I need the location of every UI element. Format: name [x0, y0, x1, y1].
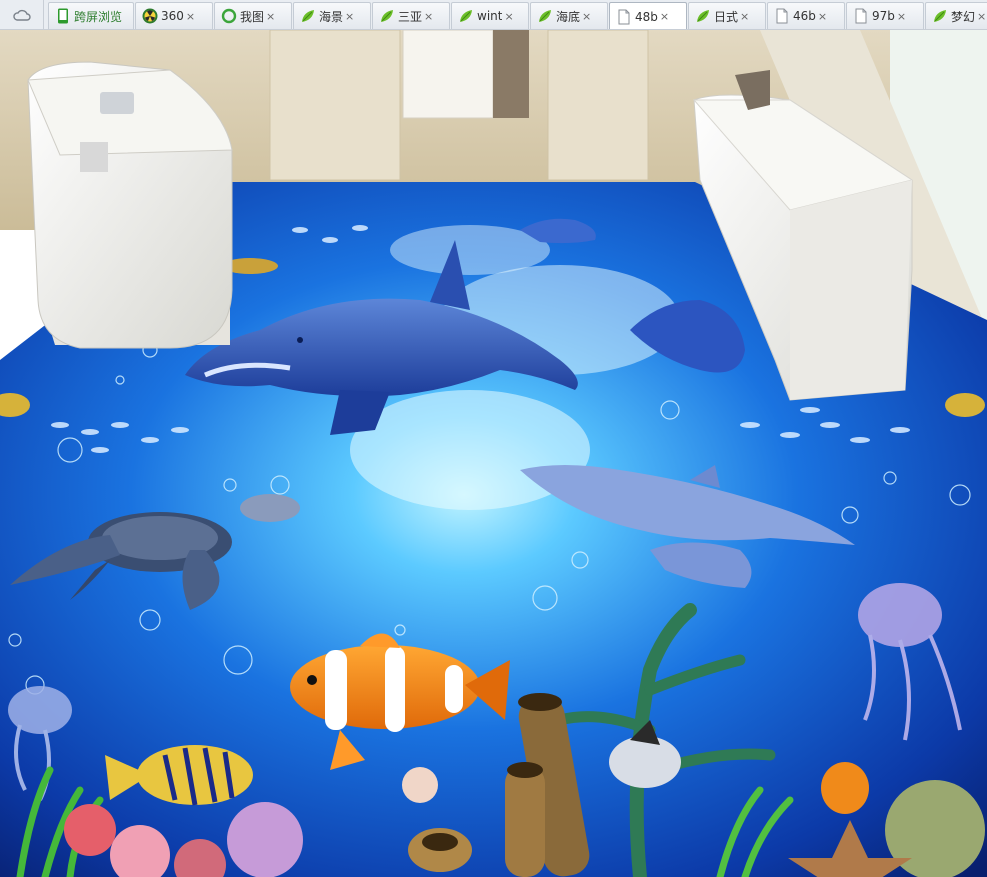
page-icon: [616, 9, 632, 25]
tab-label: 46b: [793, 9, 816, 23]
wall-cabinet: [402, 30, 494, 119]
tab-2[interactable]: 我图 ×: [214, 2, 292, 29]
leaf-icon: [695, 8, 711, 24]
tab-close-icon[interactable]: ×: [582, 11, 591, 22]
tab-close-icon[interactable]: ×: [266, 11, 275, 22]
tab-close-icon[interactable]: ×: [186, 11, 195, 22]
tab-close-icon[interactable]: ×: [424, 11, 433, 22]
wall-panel: [269, 30, 401, 181]
tab-label: 三亚: [398, 9, 423, 24]
tab-label: 梦幻: [951, 9, 976, 24]
wall-shelf: [493, 30, 529, 118]
browser-tab-bar: 跨屏浏览 360 × 我图 × 海景 × 三亚 × wint × 海底 × 48b × 日式 × 46b × 97b ×…: [0, 0, 987, 30]
tab-close-icon[interactable]: ×: [740, 11, 749, 22]
green-circle-icon: [221, 8, 237, 24]
cloud-home-button[interactable]: [0, 0, 44, 29]
tab-close-icon[interactable]: ×: [897, 11, 906, 22]
tab-close-icon[interactable]: ×: [504, 11, 513, 22]
leaf-icon: [458, 8, 474, 24]
tab-label: 日式: [714, 9, 739, 24]
tab-label: 海底: [556, 9, 581, 24]
tab-4[interactable]: 三亚 ×: [372, 2, 450, 29]
tab-label: 97b: [872, 9, 895, 23]
tab-label: wint: [477, 9, 503, 23]
phone-icon: [55, 8, 71, 24]
radiation-icon: [142, 8, 158, 24]
leaf-icon: [379, 8, 395, 24]
tab-label: 海景: [319, 9, 344, 24]
tab-label: 跨屏浏览: [74, 9, 123, 24]
tab-1[interactable]: 360 ×: [135, 2, 213, 29]
leaf-icon: [300, 8, 316, 24]
tab-6[interactable]: 海底 ×: [530, 2, 608, 29]
tab-close-icon[interactable]: ×: [660, 11, 669, 22]
tab-7[interactable]: 48b ×: [609, 2, 687, 29]
tab-8[interactable]: 日式 ×: [688, 2, 766, 29]
toilet: [27, 61, 233, 349]
tab-0[interactable]: 跨屏浏览: [48, 2, 134, 29]
tab-strip: 跨屏浏览 360 × 我图 × 海景 × 三亚 × wint × 海底 × 48b × 日式 × 46b × 97b ×…: [48, 2, 987, 29]
tab-10[interactable]: 97b ×: [846, 2, 924, 29]
tab-label: 48b: [635, 9, 658, 24]
ocean-floor-image: [0, 30, 987, 877]
wall-panel: [547, 30, 649, 181]
tab-label: 我图: [240, 9, 265, 24]
small-fish: [821, 762, 869, 814]
leaf-icon: [932, 8, 948, 24]
cloud-icon: [12, 9, 31, 21]
tab-11[interactable]: 梦幻 ×: [925, 2, 987, 29]
leaf-icon: [537, 8, 553, 24]
tab-label: 360: [161, 9, 184, 23]
small-fish: [945, 393, 985, 417]
tab-9[interactable]: 46b ×: [767, 2, 845, 29]
page-icon: [774, 8, 790, 24]
tab-3[interactable]: 海景 ×: [293, 2, 371, 29]
tab-close-icon[interactable]: ×: [818, 11, 827, 22]
tab-5[interactable]: wint ×: [451, 2, 529, 29]
page-icon: [853, 8, 869, 24]
tab-close-icon[interactable]: ×: [977, 11, 986, 22]
tab-close-icon[interactable]: ×: [345, 11, 354, 22]
page-content: [0, 30, 987, 877]
